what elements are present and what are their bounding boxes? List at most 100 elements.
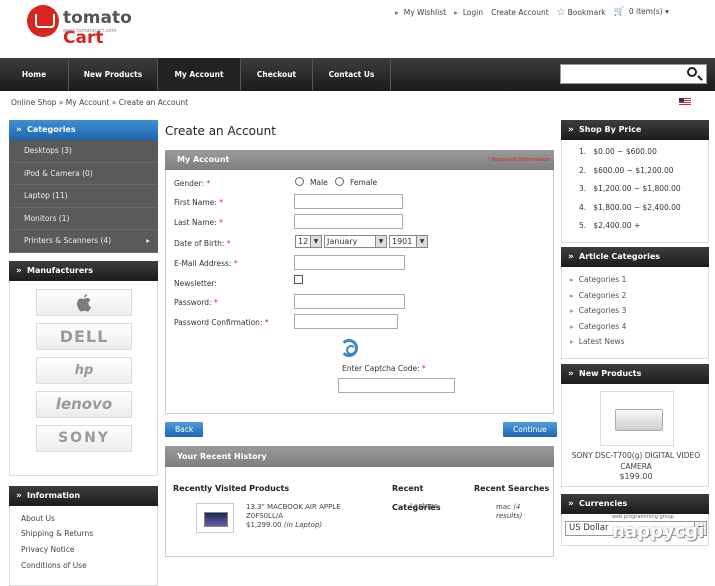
create-account-link[interactable]: Create Account [491, 8, 549, 17]
required-star: * [422, 364, 426, 373]
category-desktops[interactable]: Desktops (3) [9, 140, 158, 163]
article-category-3[interactable]: Categories 3 [570, 306, 708, 322]
nav-my-account[interactable]: My Account [158, 58, 241, 91]
newsletter-checkbox[interactable] [294, 275, 303, 284]
last-name-input[interactable] [294, 214, 403, 229]
header: tomato Cart www.tomatocart.com My Wishli… [0, 0, 715, 58]
recent-product-name-b[interactable]: Z0FS0LL/A [246, 512, 341, 521]
manufacturers-title: Manufacturers [9, 260, 158, 281]
category-monitors[interactable]: Monitors (1) [9, 208, 158, 230]
dob-label-text: Date of Birth: [174, 239, 225, 248]
information-title: Information [9, 485, 158, 506]
lenovo-logo[interactable]: lenovo [36, 390, 132, 418]
new-product-name[interactable]: SONY DSC-T700(g) DIGITAL VIDEO CAMERA [566, 450, 706, 472]
price-range-1[interactable]: 1. $0.00 ~ $600.00 [579, 147, 708, 166]
article-category-2[interactable]: Categories 2 [570, 291, 708, 307]
gender-label: Gender: * [174, 179, 210, 188]
price-range-2[interactable]: 2. $600.00 ~ $1,200.00 [579, 166, 708, 185]
dob-month-select[interactable]: January ▼ [324, 235, 387, 248]
currency-value: US Dollar [569, 523, 609, 533]
article-category-1[interactable]: Categories 1 [570, 275, 708, 291]
price-label: $2,400.00 + [593, 221, 641, 230]
first-name-input[interactable] [294, 194, 403, 209]
price-range-5[interactable]: 5. $2,400.00 + [579, 221, 708, 240]
categories-list: Desktops (3) iPod & Camera (0) Laptop (1… [9, 140, 158, 253]
site-logo[interactable]: tomato Cart www.tomatocart.com [27, 5, 177, 48]
bookmark-link[interactable]: ☆ Bookmark [557, 7, 606, 18]
recently-visited-title: Recently Visited Products [173, 484, 290, 493]
newsletter-label: Newsletter: [174, 279, 217, 288]
recent-categories-title-a: Recent [392, 484, 424, 493]
gender-male-radio[interactable] [295, 177, 304, 186]
recent-category-laptops[interactable]: Laptops [410, 502, 438, 510]
my-wishlist-link[interactable]: My Wishlist [395, 8, 446, 17]
nav-home[interactable]: Home [0, 58, 69, 91]
macbook-thumbnail[interactable] [196, 503, 234, 533]
price-num: 3. [579, 184, 587, 193]
category-ipod-camera[interactable]: iPod & Camera (0) [9, 163, 158, 185]
dob-label: Date of Birth: * [174, 239, 231, 248]
recent-product-name-a[interactable]: 13.3" MACBOOK AIR APPLE [246, 503, 341, 512]
sony-logo[interactable]: SONY [36, 424, 132, 452]
recent-searches-title: Recent Searches [474, 484, 550, 493]
category-printers-scanners[interactable]: Printers & Scanners (4) ▸ [9, 230, 158, 253]
required-star: * [226, 239, 231, 248]
password-label-text: Password: [174, 298, 212, 307]
login-link[interactable]: Login [454, 8, 483, 17]
main-content: Create an Account My Account * Required … [165, 120, 557, 557]
dell-logo[interactable]: DELL [36, 322, 132, 350]
info-about-us[interactable]: About Us [21, 514, 157, 530]
recent-search-results-b: results) [496, 512, 523, 520]
apple-icon [77, 293, 91, 311]
sony-camera-image[interactable] [600, 391, 674, 446]
refresh-captcha-icon[interactable] [340, 339, 358, 357]
new-products-panel: SONY DSC-T700(g) DIGITAL VIDEO CAMERA $1… [561, 384, 709, 487]
watermark: web programming group nappycgi [612, 514, 704, 542]
continue-button[interactable]: Continue [503, 422, 557, 437]
nav-contact-us[interactable]: Contact Us [313, 58, 391, 91]
left-column: Categories Desktops (3) iPod & Camera (0… [9, 120, 158, 586]
password-confirm-input[interactable] [294, 314, 398, 329]
watermark-sub: web programming group [612, 514, 674, 520]
password-input[interactable] [294, 294, 405, 309]
gender-female-radio[interactable] [335, 177, 344, 186]
search-input[interactable] [560, 64, 707, 84]
info-shipping-returns[interactable]: Shipping & Returns [21, 529, 157, 545]
captcha-input[interactable] [338, 378, 455, 393]
article-latest-news[interactable]: Latest News [570, 337, 708, 353]
nav-checkout[interactable]: Checkout [241, 58, 313, 91]
last-name-label-text: Last Name: [174, 218, 217, 227]
information-list: About Us Shipping & Returns Privacy Noti… [9, 505, 158, 586]
dob-year-select[interactable]: 1901 ▼ [389, 235, 428, 248]
email-input[interactable] [294, 255, 405, 270]
logo-url: www.tomatocart.com [63, 28, 117, 34]
price-label: $1,200.00 ~ $1,800.00 [593, 184, 681, 193]
back-button[interactable]: Back [165, 422, 204, 437]
price-range-3[interactable]: 3. $1,200.00 ~ $1,800.00 [579, 184, 708, 203]
price-num: 2. [579, 165, 587, 175]
gender-label-text: Gender: [174, 179, 205, 188]
info-privacy-notice[interactable]: Privacy Notice [21, 545, 157, 561]
currencies-title: Currencies [561, 494, 709, 514]
nav-new-products[interactable]: New Products [69, 58, 158, 91]
search-icon[interactable] [687, 67, 697, 77]
cart-icon: 🛒 [613, 7, 625, 17]
recent-history-panel: Recently Visited Products Recent Categor… [165, 467, 554, 557]
article-category-4[interactable]: Categories 4 [570, 322, 708, 338]
chevron-down-icon: ▼ [416, 236, 427, 247]
chevron-right-icon: ▸ [146, 236, 150, 245]
info-conditions-of-use[interactable]: Conditions of Use [21, 561, 157, 577]
chevron-down-icon: ▼ [310, 236, 321, 247]
section-title: My Account [177, 155, 230, 164]
cart-link[interactable]: 🛒 0 item(s) ▾ [614, 7, 669, 17]
us-flag-icon[interactable] [679, 98, 691, 106]
hp-logo[interactable]: hp [36, 356, 132, 384]
category-laptop[interactable]: Laptop (11) [9, 185, 158, 208]
shop-by-price-title: Shop By Price [561, 120, 709, 140]
required-star: * [233, 259, 238, 268]
recent-search-term[interactable]: mac [496, 503, 511, 511]
dob-day-select[interactable]: 12 ▼ [295, 235, 322, 248]
apple-logo[interactable] [36, 288, 132, 316]
price-list: 1. $0.00 ~ $600.00 2. $600.00 ~ $1,200.0… [561, 140, 709, 243]
price-range-4[interactable]: 4. $1,800.00 ~ $2,400.00 [579, 203, 708, 222]
